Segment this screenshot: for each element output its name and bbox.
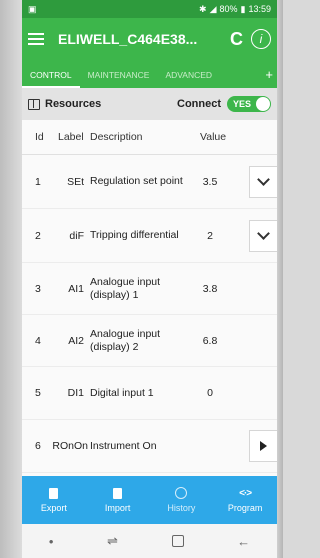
nav-label: Import xyxy=(104,503,131,513)
bottom-nav: Export Import History <·> Program xyxy=(22,476,277,524)
page-title: ELIWELL_C464E38... xyxy=(58,31,198,47)
row-id: 2 xyxy=(35,229,41,242)
clock-icon xyxy=(175,487,188,499)
app-bar: ELIWELL_C464E38... C i xyxy=(22,18,277,60)
header-description: Description xyxy=(90,130,143,143)
table-header: Id Label Description Value xyxy=(22,120,277,155)
info-icon[interactable]: i xyxy=(251,29,271,49)
book-icon xyxy=(28,98,40,110)
expand-button[interactable] xyxy=(249,219,277,252)
header-value: Value xyxy=(200,131,227,143)
export-icon xyxy=(49,487,59,499)
nav-program[interactable]: <·> Program xyxy=(213,476,277,524)
table-row: 5 DI1 Digital input 1 0 xyxy=(22,367,277,420)
row-description: Analogue input (display) 1 xyxy=(90,275,161,301)
toggle-label: YES xyxy=(233,99,252,109)
row-value: 3.8 xyxy=(202,282,218,295)
chevron-down-icon xyxy=(257,173,270,186)
system-nav-bar: • ⇌ ← xyxy=(22,524,277,558)
row-value: 3.5 xyxy=(202,175,218,188)
nav-label: Export xyxy=(40,503,67,513)
tab-advanced[interactable]: ADVANCED xyxy=(157,70,220,88)
row-description: Tripping differential xyxy=(90,229,179,241)
nav-import[interactable]: Import xyxy=(86,476,150,524)
row-description: Instrument On xyxy=(90,439,157,452)
table-row: 3 AI1 Analogue input (display) 1 3.8 xyxy=(22,263,277,315)
play-icon xyxy=(260,441,267,451)
row-id: 6 xyxy=(35,440,41,452)
code-icon: <·> xyxy=(239,487,252,499)
row-description: Digital input 1 xyxy=(90,386,154,399)
phone-screen: ▣ ✱ ◢ 80% ▮ 13:59 ELIWELL_C464E38... C i… xyxy=(22,0,277,558)
home-icon[interactable] xyxy=(171,535,184,547)
toggle-knob xyxy=(256,97,270,111)
table-row: 4 AI2 Analogue input (display) 2 6.8 xyxy=(22,315,277,367)
row-description: Regulation set point xyxy=(90,175,183,187)
connect-label: Connect xyxy=(177,98,221,110)
row-label: DI1 xyxy=(67,387,84,399)
row-value: 6.8 xyxy=(202,334,218,347)
row-label: diF xyxy=(69,229,84,242)
bluetooth-icon: ✱ xyxy=(199,3,207,14)
header-label: Label xyxy=(58,131,84,143)
refresh-icon[interactable]: C xyxy=(230,29,243,50)
chevron-down-icon xyxy=(257,227,270,240)
signal-icon: ◢ xyxy=(209,3,217,14)
row-label: ROnOn xyxy=(52,440,88,452)
device-bezel-left xyxy=(0,0,22,558)
row-id: 1 xyxy=(35,175,41,188)
row-id: 4 xyxy=(35,334,41,347)
nav-label: Program xyxy=(227,503,263,513)
tab-control[interactable]: CONTROL xyxy=(22,70,80,88)
connect-toggle[interactable]: YES xyxy=(227,96,271,112)
nav-history[interactable]: History xyxy=(150,476,214,524)
table-row: 6 ROnOn Instrument On xyxy=(22,420,277,473)
row-label: AI2 xyxy=(68,334,84,347)
row-id: 3 xyxy=(35,282,41,295)
row-description: Analogue input (display) 2 xyxy=(90,327,161,353)
import-icon xyxy=(113,487,123,499)
resources-title: Resources xyxy=(45,98,102,110)
nav-label: History xyxy=(167,503,196,513)
table-row: 1 SEt Regulation set point 3.5 xyxy=(22,155,277,209)
recent-apps-icon[interactable]: ⇌ xyxy=(107,533,118,549)
status-bar: ▣ ✱ ◢ 80% ▮ 13:59 xyxy=(22,0,277,18)
device-bezel-right xyxy=(277,0,283,558)
hamburger-icon[interactable] xyxy=(28,30,46,48)
image-icon: ▣ xyxy=(28,3,37,14)
battery-icon: ▮ xyxy=(240,3,246,14)
row-value: 2 xyxy=(207,229,213,242)
expand-button[interactable] xyxy=(249,165,277,198)
run-button[interactable] xyxy=(249,430,277,462)
resources-header: Resources Connect YES xyxy=(22,88,277,120)
nav-export[interactable]: Export xyxy=(22,476,86,524)
clock-time: 13:59 xyxy=(248,4,271,14)
row-id: 5 xyxy=(35,387,41,399)
tab-bar: CONTROL MAINTENANCE ADVANCED + xyxy=(22,60,277,88)
header-id: Id xyxy=(35,131,44,143)
dot-icon: • xyxy=(48,533,54,549)
battery-percent: 80% xyxy=(219,4,238,14)
add-tab-button[interactable]: + xyxy=(265,67,273,82)
back-icon[interactable]: ← xyxy=(237,534,250,549)
row-label: SEt xyxy=(67,175,84,188)
table-row: 2 diF Tripping differential 2 xyxy=(22,209,277,263)
row-label: AI1 xyxy=(68,282,84,295)
row-value: 0 xyxy=(207,387,213,399)
tab-maintenance[interactable]: MAINTENANCE xyxy=(80,70,158,88)
